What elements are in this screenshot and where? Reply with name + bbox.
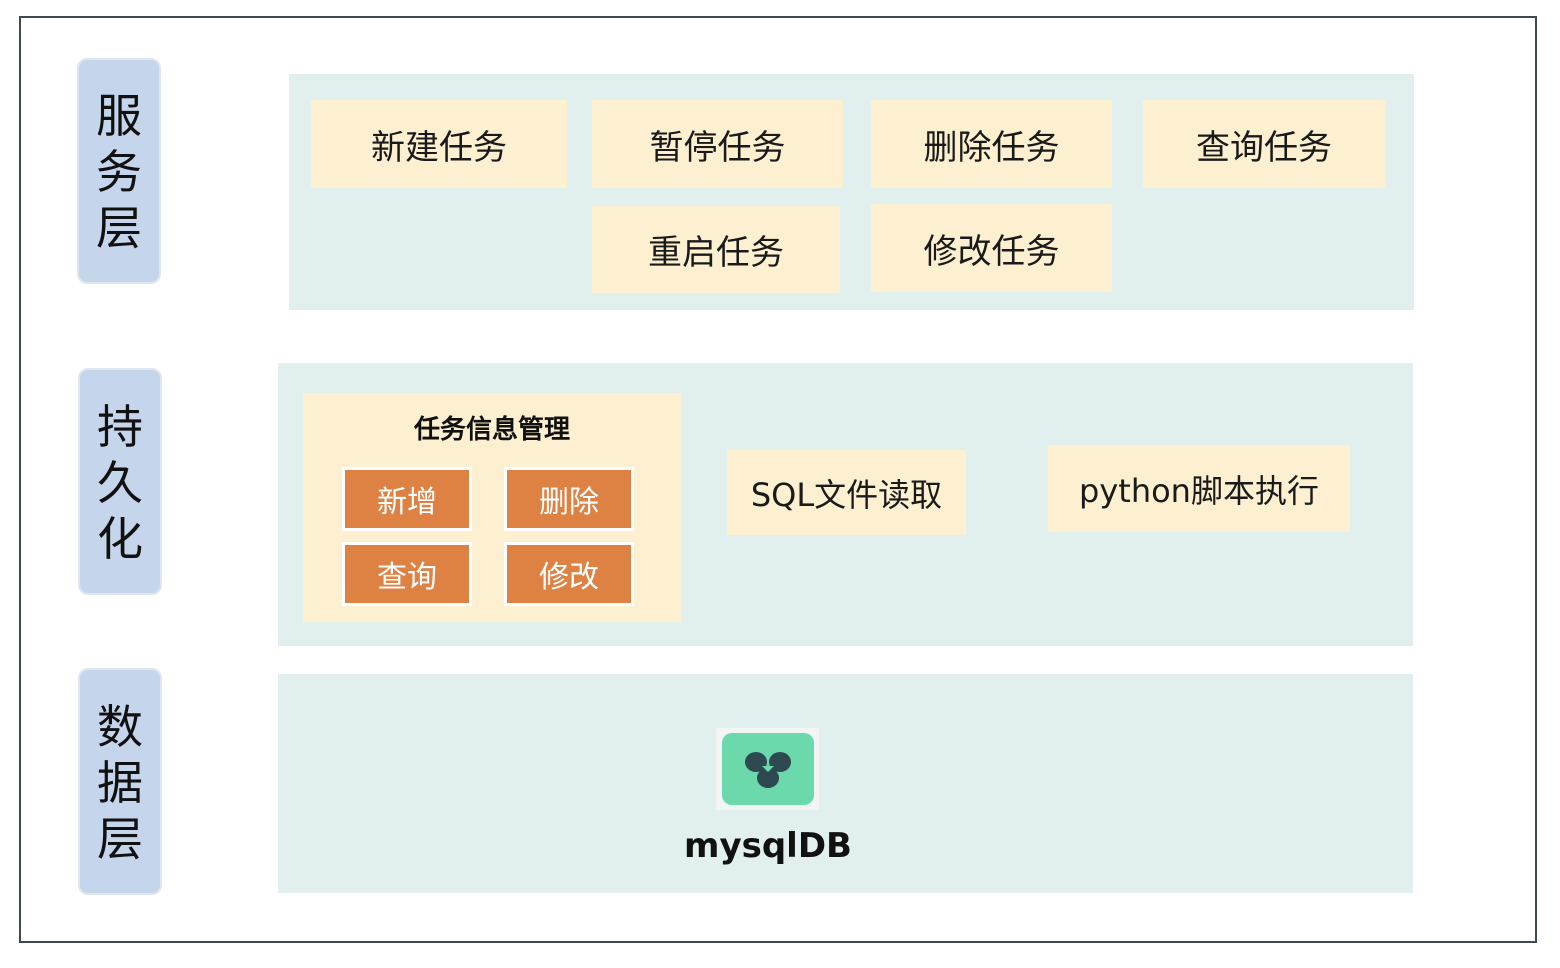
persistence-layer-label: 持 久 化 — [78, 368, 162, 595]
data-layer-label: 数 据 层 — [78, 668, 162, 895]
task-new-box: 新建任务 — [311, 100, 567, 188]
task-pause-box: 暂停任务 — [592, 100, 843, 188]
mysql-db-label: mysqlDB — [684, 826, 852, 866]
task-info-management-group: 任务信息管理 新增 删除 查询 修改 — [303, 393, 681, 622]
op-delete-button: 删除 — [504, 467, 634, 531]
task-query-box: 查询任务 — [1143, 100, 1385, 188]
op-add-button: 新增 — [342, 467, 472, 531]
task-restart-box: 重启任务 — [592, 206, 840, 293]
task-info-management-title: 任务信息管理 — [413, 415, 570, 445]
op-query-button: 查询 — [342, 542, 472, 606]
sql-file-read-box: SQL文件读取 — [727, 450, 966, 535]
op-modify-button: 修改 — [504, 542, 634, 606]
service-layer-label: 服 务 层 — [77, 58, 161, 284]
python-script-exec-box: python脚本执行 — [1048, 445, 1350, 532]
task-delete-box: 删除任务 — [871, 100, 1112, 188]
task-modify-box: 修改任务 — [871, 204, 1112, 292]
database-icon — [716, 728, 819, 810]
